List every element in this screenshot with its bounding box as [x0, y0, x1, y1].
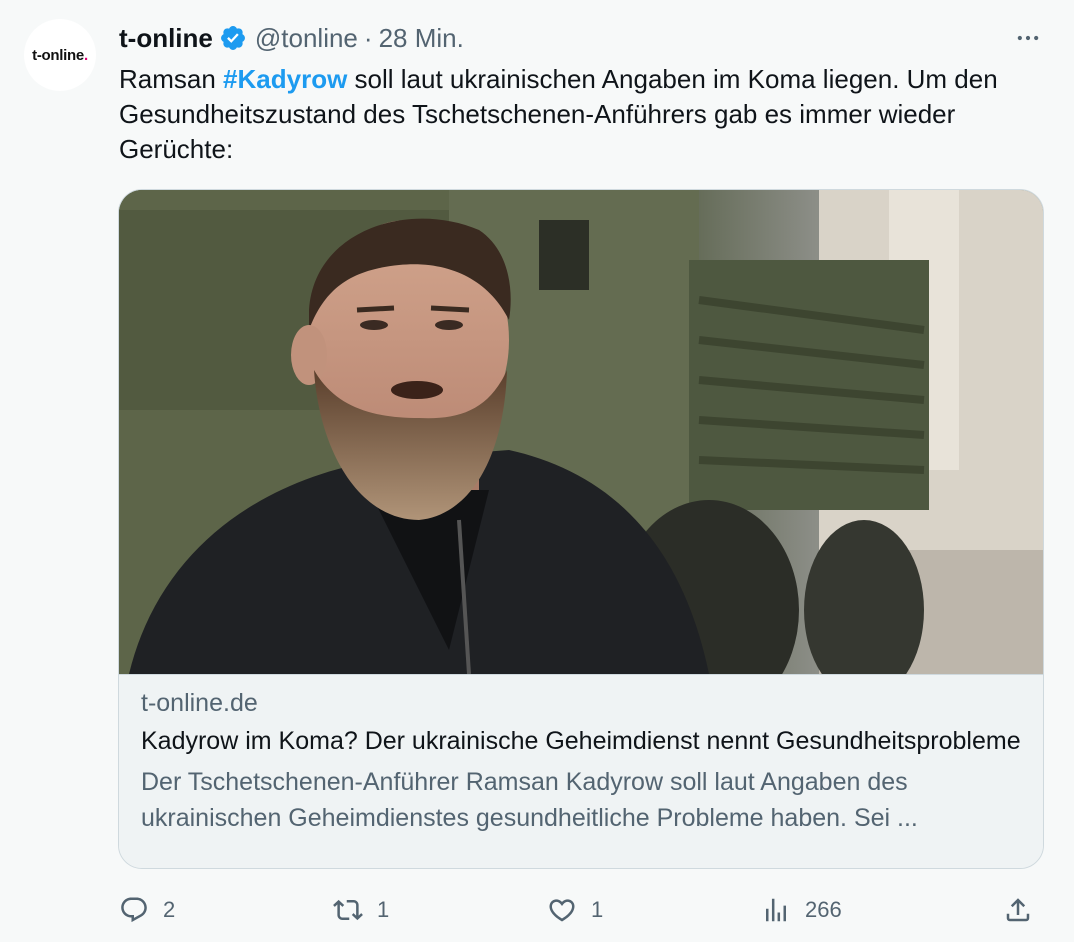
tweet-text: Ramsan #Kadyrow soll laut ukrainischen A…	[119, 62, 1039, 167]
reply-button[interactable]: 2	[119, 892, 175, 928]
tweet-text-start: Ramsan	[119, 64, 224, 94]
display-name[interactable]: t-online	[119, 23, 213, 54]
card-description: Der Tschetschenen-Anführer Ramsan Kadyro…	[141, 768, 918, 832]
avatar[interactable]: t-online.	[24, 19, 96, 91]
views-button[interactable]: 266	[761, 892, 842, 928]
views-count: 266	[805, 897, 842, 922]
repost-icon	[333, 899, 363, 921]
action-bar: 2 1 1 266	[119, 892, 1039, 928]
avatar-logo: t-online.	[32, 46, 88, 64]
card-title: Kadyrow im Koma? Der ukrainische Geheimd…	[141, 727, 1021, 755]
separator: ·	[363, 22, 373, 53]
share-icon	[1006, 898, 1030, 922]
card-meta[interactable]: t-online.de Kadyrow im Koma? Der ukraini…	[119, 674, 1043, 868]
analytics-icon	[766, 898, 786, 922]
card-photo	[119, 190, 1043, 674]
verified-badge-icon	[220, 26, 245, 50]
more-button[interactable]	[1008, 22, 1048, 54]
like-button[interactable]: 1	[547, 892, 603, 928]
handle[interactable]: @tonline	[255, 23, 358, 54]
reply-count: 2	[163, 897, 176, 922]
repost-count: 1	[377, 897, 390, 922]
card-image[interactable]	[119, 190, 1043, 674]
tweet-header: t-online @tonline · 28 Min.	[119, 22, 464, 54]
heart-icon	[549, 899, 575, 922]
timestamp[interactable]: 28 Min.	[379, 23, 464, 54]
card-domain: t-online.de	[141, 689, 258, 717]
more-horizontal-icon	[1017, 35, 1039, 41]
like-count: 1	[591, 897, 604, 922]
hashtag-link[interactable]: #Kadyrow	[223, 64, 347, 94]
share-button[interactable]	[1003, 892, 1033, 928]
reply-icon	[121, 897, 147, 923]
link-preview-card[interactable]: t-online.de Kadyrow im Koma? Der ukraini…	[118, 189, 1044, 869]
repost-button[interactable]: 1	[333, 892, 389, 928]
